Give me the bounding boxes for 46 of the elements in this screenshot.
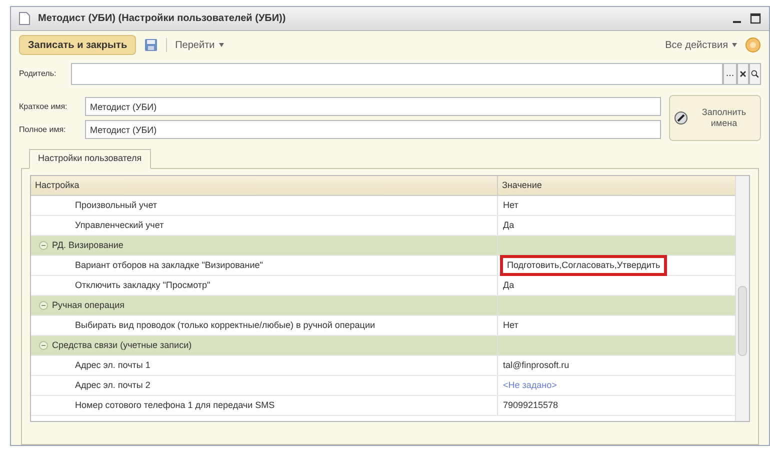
group-name: Ручная операция: [52, 298, 124, 312]
setting-value[interactable]: tal@finprosoft.ru: [500, 358, 572, 372]
setting-value[interactable]: Подготовить,Согласовать,Утвердить: [500, 254, 668, 276]
setting-name: Адрес эл. почты 2: [31, 376, 498, 395]
field-label: Родитель:: [19, 68, 58, 80]
setting-name: Выбирать вид проводок (только корректные/любые) в ручной операции: [31, 316, 498, 335]
group-name: РД. Визирование: [52, 238, 124, 252]
caret-icon: [218, 43, 224, 47]
setting-value[interactable]: Да: [500, 278, 518, 292]
select-button[interactable]: ...: [723, 63, 737, 85]
setting-name: Адрес эл. почты 1: [31, 356, 498, 375]
search-icon[interactable]: [749, 63, 761, 85]
field-label: Полное имя:: [19, 124, 67, 136]
caret-icon: [732, 43, 737, 47]
fill-names-button[interactable]: Заполнить имена: [669, 95, 761, 141]
collapse-icon[interactable]: [39, 341, 48, 350]
setting-value[interactable]: <Не задано>: [500, 378, 560, 392]
scrollbar[interactable]: [735, 176, 749, 421]
setting-value[interactable]: Нет: [500, 318, 522, 332]
setting-name: Произвольный учет: [31, 196, 498, 215]
column-header[interactable]: Настройка: [31, 176, 498, 195]
setting-name: Управленческий учет: [31, 216, 498, 235]
save-icon[interactable]: [144, 38, 158, 52]
setting-value[interactable]: 79099215578: [500, 398, 562, 412]
save-close-button[interactable]: Записать и закрыть: [19, 35, 136, 55]
collapse-icon[interactable]: [39, 301, 48, 310]
full-name-field[interactable]: Методист (УБИ): [85, 120, 661, 139]
settings-tab[interactable]: Настройки пользователя: [29, 149, 151, 169]
column-header[interactable]: Значение: [498, 176, 735, 195]
parent-field[interactable]: [71, 63, 723, 85]
document-icon: [19, 12, 30, 25]
maximize-icon[interactable]: [750, 13, 761, 24]
clear-icon[interactable]: [737, 63, 749, 85]
setting-name: Отключить закладку "Просмотр": [31, 276, 498, 295]
all-actions-menu[interactable]: Все действия: [665, 38, 737, 52]
goto-menu[interactable]: Перейти: [175, 38, 224, 52]
help-icon[interactable]: [745, 37, 761, 53]
field-label: Краткое имя:: [19, 100, 68, 112]
short-name-field[interactable]: Методист (УБИ): [85, 97, 661, 116]
group-name: Средства связи (учетные записи): [52, 338, 192, 352]
window-title: Методист (УБИ) (Настройки пользователей (УБИ)): [38, 12, 286, 26]
setting-value[interactable]: Нет: [500, 198, 522, 212]
setting-name: Вариант отборов на закладке "Визирование": [31, 256, 498, 275]
setting-name: Номер сотового телефона 1 для передачи SMS: [31, 396, 498, 415]
setting-value[interactable]: Да: [500, 218, 518, 232]
collapse-icon[interactable]: [39, 241, 48, 250]
